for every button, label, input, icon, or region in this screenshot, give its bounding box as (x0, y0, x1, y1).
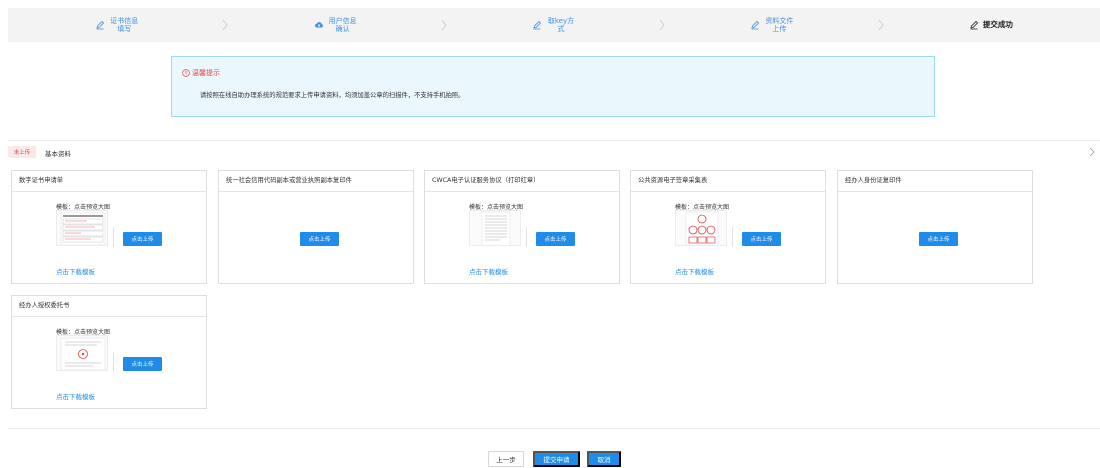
template-thumbnail[interactable] (56, 335, 108, 371)
upload-status-row: 未上传 基本资料 (8, 146, 1100, 160)
template-thumbnail[interactable] (675, 210, 727, 246)
seal-sample-icon (685, 211, 719, 245)
step-cert-info[interactable]: 证书信息填写 (8, 8, 228, 42)
upload-card-signature-form: 公共资源电子签章采集表 模板：点击预览大图 点击上传 点击下载模板 (630, 170, 826, 284)
upload-card-business-license: 统一社会信用代码副本或营业执照副本复印件 点击上传 (218, 170, 414, 284)
pencil-icon (750, 20, 760, 30)
upload-card-authorization-letter: 经办人授权委托书 模板：点击预览大图 点击上传 点击下载模板 (11, 295, 207, 409)
notice-title-text: 温馨提示 (192, 69, 220, 77)
cloud-upload-icon (314, 20, 324, 30)
card-title: CWCA电子认证服务协议（打印红章） (425, 171, 619, 192)
step-file-upload[interactable]: 资料文件上传 (663, 8, 884, 42)
card-title: 数字证书申请单 (12, 171, 206, 192)
upload-button[interactable]: 点击上传 (300, 232, 339, 246)
step-submit-success[interactable]: 提交成功 (882, 8, 1100, 42)
document-preview-icon (60, 337, 106, 370)
divider (8, 140, 1100, 141)
prev-step-button[interactable]: 上一步 (488, 451, 524, 467)
upload-button[interactable]: 点击上传 (123, 232, 162, 246)
step-label: 取key方式 (547, 17, 575, 33)
divider (732, 227, 733, 247)
notice-title: 温馨提示 (182, 68, 220, 78)
upload-button[interactable]: 点击上传 (123, 357, 162, 371)
template-thumbnail[interactable] (469, 210, 521, 246)
step-label: 资料文件上传 (765, 17, 794, 33)
upload-button[interactable]: 点击上传 (919, 232, 958, 246)
tab-basic-info[interactable]: 基本资料 (45, 148, 71, 158)
card-title: 统一社会信用代码副本或营业执照副本复印件 (219, 171, 413, 192)
step-progress-bar: 证书信息填写 用户信息确认 取key方式 资料文件上传 提交成功 (8, 8, 1100, 42)
download-template-link[interactable]: 点击下载模板 (56, 391, 95, 401)
template-thumbnail[interactable] (56, 210, 108, 246)
download-template-link[interactable]: 点击下载模板 (56, 266, 95, 276)
chevron-right-icon[interactable] (1088, 146, 1096, 158)
divider (8, 428, 1100, 429)
document-preview-icon (60, 212, 106, 245)
notice-message: 请按照在线自助办理系统的规范要求上传申请资料，均须加盖公章的扫描件，不支持手机拍… (200, 92, 465, 99)
notice-box: 温馨提示 请按照在线自助办理系统的规范要求上传申请资料，均须加盖公章的扫描件，不… (171, 56, 935, 117)
upload-button[interactable]: 点击上传 (536, 232, 575, 246)
upload-card-application-form: 数字证书申请单 模板：点击预览大图 点击上传 点击下载模板 (11, 170, 207, 284)
download-template-link[interactable]: 点击下载模板 (675, 266, 714, 276)
not-uploaded-badge: 未上传 (8, 146, 36, 158)
pencil-icon (532, 20, 542, 30)
download-template-link[interactable]: 点击下载模板 (469, 266, 508, 276)
upload-card-cwca-agreement: CWCA电子认证服务协议（打印红章） 模板：点击预览大图 点击上传 点击下载模板 (424, 170, 620, 284)
divider (113, 352, 114, 372)
document-preview-icon (481, 211, 511, 245)
step-label: 提交成功 (982, 20, 1013, 29)
pencil-icon (95, 20, 105, 30)
divider (526, 227, 527, 247)
submit-application-button[interactable]: 提交申请 (533, 451, 580, 467)
card-title: 经办人授权委托书 (12, 296, 206, 317)
card-title: 公共资源电子签章采集表 (631, 171, 825, 192)
pencil-icon (969, 20, 979, 30)
step-label: 证书信息填写 (110, 17, 139, 33)
cancel-button[interactable]: 取消 (587, 451, 621, 467)
card-title: 经办人身份证复印件 (838, 171, 1032, 192)
upload-card-operator-id: 经办人身份证复印件 点击上传 (837, 170, 1033, 284)
upload-button[interactable]: 点击上传 (742, 232, 781, 246)
info-icon (182, 69, 190, 77)
step-label: 用户信息确认 (328, 17, 357, 33)
step-user-info[interactable]: 用户信息确认 (226, 8, 447, 42)
step-key-method[interactable]: 取key方式 (445, 8, 665, 42)
divider (113, 227, 114, 247)
